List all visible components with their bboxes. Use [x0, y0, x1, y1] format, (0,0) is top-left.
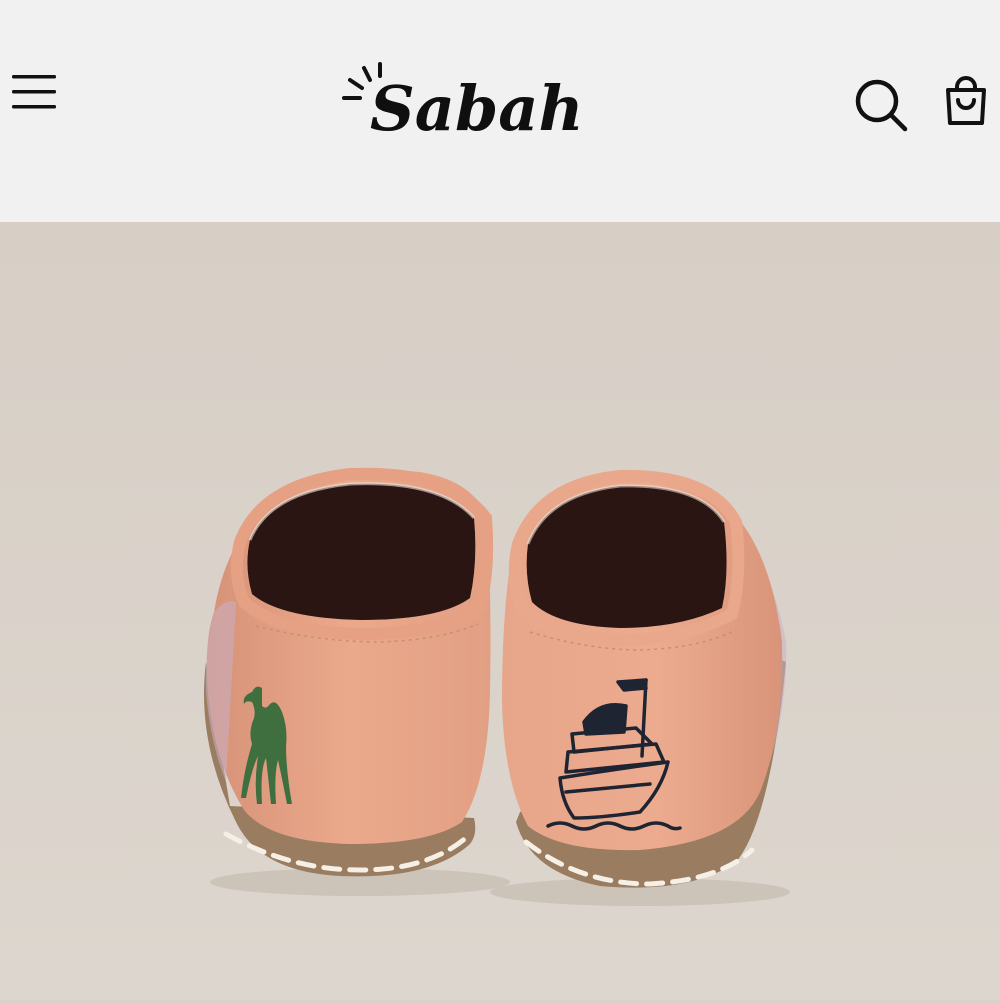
left-shoe: [204, 467, 494, 877]
search-button[interactable]: [852, 76, 910, 134]
shopping-bag-icon: [946, 76, 986, 125]
right-shoe: [502, 469, 787, 888]
product-image[interactable]: [0, 222, 1000, 1000]
site-header: Sabah: [0, 0, 1000, 222]
brand-logo[interactable]: Sabah: [340, 42, 600, 145]
menu-button[interactable]: [10, 72, 60, 112]
search-icon: [855, 79, 908, 132]
brand-name: Sabah: [370, 72, 584, 142]
cart-button[interactable]: [940, 76, 992, 128]
hamburger-menu-icon: [12, 75, 56, 109]
